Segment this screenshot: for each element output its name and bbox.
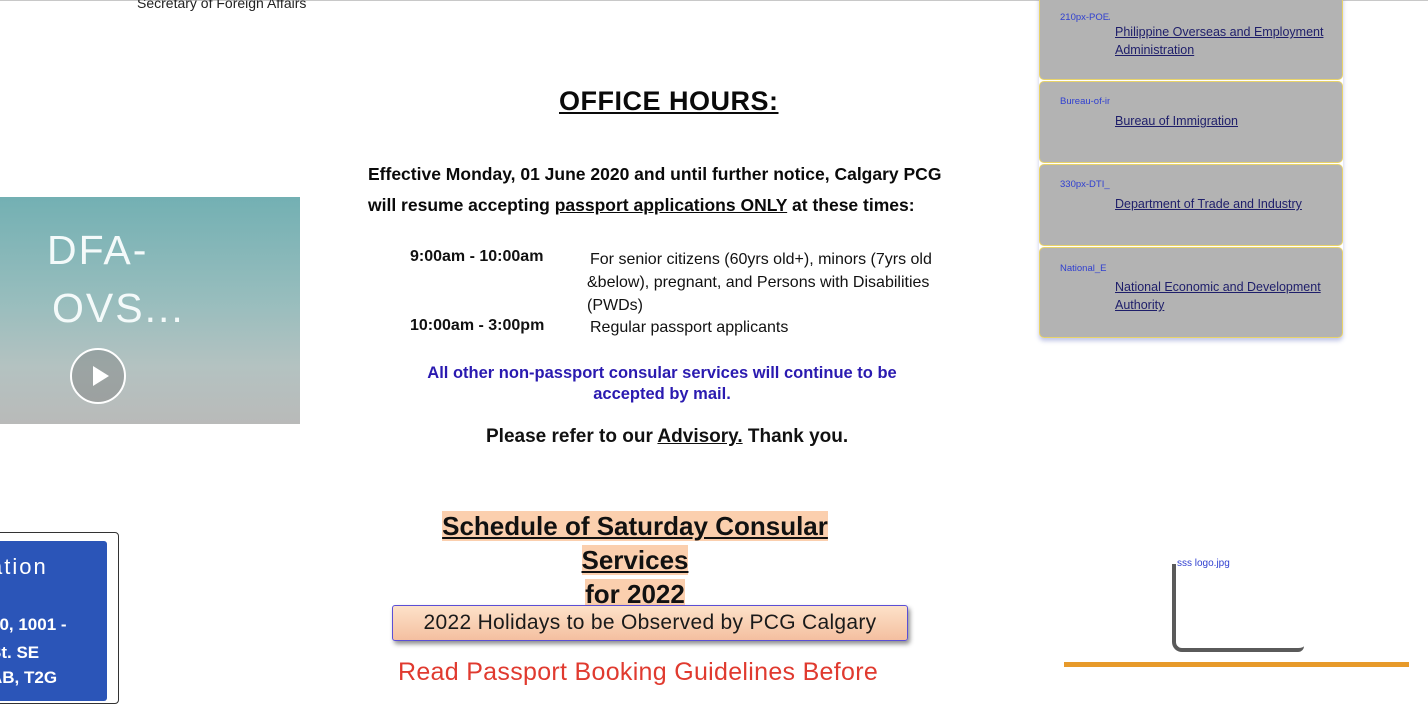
- schedule-time-1: 9:00am - 10:00am: [410, 248, 544, 265]
- schedule-description-2: Regular passport applicants: [590, 319, 789, 336]
- play-icon[interactable]: [70, 348, 126, 404]
- advisory-link[interactable]: Advisory.: [657, 426, 742, 447]
- neda-logo-image: National_E: [1060, 263, 1107, 274]
- agency-link-label[interactable]: Bureau of Immigration: [1115, 112, 1335, 130]
- orange-divider: [1064, 662, 1409, 667]
- video-player[interactable]: DFA- OVS...: [0, 197, 300, 424]
- agency-link-neda[interactable]: National_E National Economic and Develop…: [1039, 247, 1343, 338]
- office-hours-heading: OFFICE HOURS:: [559, 86, 779, 116]
- advisory-notice: Please refer to our Advisory. Thank you.: [486, 426, 849, 447]
- office-hours-notice: Effective Monday, 01 June 2020 and until…: [368, 164, 942, 215]
- schedule-description-1: For senior citizens (60yrs old+), minors…: [587, 251, 932, 314]
- non-passport-notice: All other non-passport consular services…: [427, 364, 897, 403]
- agency-link-label[interactable]: Department of Trade and Industry: [1115, 195, 1335, 213]
- agency-link-label[interactable]: National Economic and Development Author…: [1115, 278, 1335, 314]
- saturday-schedule-link[interactable]: Schedule of Saturday Consular Services f…: [388, 509, 882, 611]
- address-line-3: AB, T2G: [0, 668, 58, 687]
- schedule-time-2: 10:00am - 3:00pm: [410, 317, 545, 334]
- address-line-1: 00, 1001 -: [0, 615, 67, 634]
- agency-link-label[interactable]: Philippine Overseas and Employment Admin…: [1115, 23, 1335, 59]
- agency-links-panel: 210px-POEA.svg. Philippine Overseas and …: [1039, 0, 1343, 338]
- sss-logo-frame: [1172, 564, 1304, 652]
- agency-link-immigration[interactable]: Bureau-of-immigration Bureau of Immigrat…: [1039, 81, 1343, 163]
- address-card: ation 00, 1001 - St. SE AB, T2G: [0, 541, 107, 701]
- poea-logo-image: 210px-POEA.svg.: [1060, 12, 1110, 23]
- holidays-button[interactable]: 2022 Holidays to be Observed by PCG Calg…: [392, 605, 908, 641]
- sss-logo-image[interactable]: sss logo.jpg: [1172, 558, 1305, 652]
- address-title: ation: [0, 554, 48, 579]
- address-line-2: St. SE: [0, 643, 40, 662]
- secretary-caption: Secretary of Foreign Affairs: [137, 0, 307, 11]
- agency-link-dti[interactable]: 330px-DTI_Logo_ Department of Trade and …: [1039, 164, 1343, 246]
- video-title: DFA- OVS...: [47, 227, 185, 331]
- passport-applications-link[interactable]: passport applications ONLY: [555, 195, 787, 215]
- agency-link-poea[interactable]: 210px-POEA.svg. Philippine Overseas and …: [1039, 0, 1343, 80]
- sss-logo-alt: sss logo.jpg: [1177, 558, 1230, 569]
- immigration-logo-image: Bureau-of-immigration: [1060, 96, 1110, 107]
- dti-logo-image: 330px-DTI_Logo_: [1060, 179, 1110, 190]
